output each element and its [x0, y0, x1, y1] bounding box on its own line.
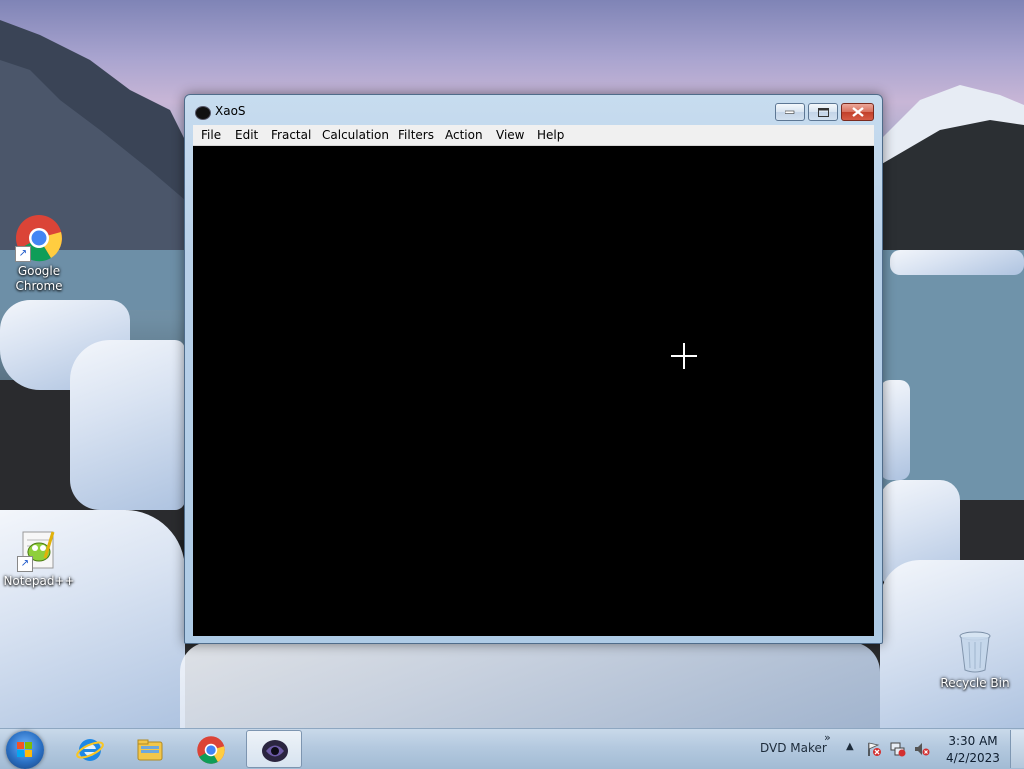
desktop-icon-label: Recycle Bin [940, 676, 1010, 690]
desktop-icon-chrome[interactable]: ↗ Google Chrome [1, 214, 77, 294]
desktop-icon-notepadpp[interactable]: ↗ Notepad++ [1, 528, 77, 589]
fractal-canvas[interactable] [193, 146, 874, 636]
volume-muted-icon[interactable] [914, 741, 930, 757]
start-button[interactable] [6, 731, 44, 769]
menu-file[interactable]: File [201, 128, 221, 142]
clock-date[interactable]: 4/2/2023 [946, 751, 1000, 765]
window-titlebar[interactable]: XaoS [185, 95, 882, 125]
menu-help[interactable]: Help [537, 128, 564, 142]
tray-chevron-icon[interactable]: » [824, 731, 831, 744]
xaos-icon [262, 740, 288, 762]
maximize-button[interactable] [808, 103, 838, 121]
menu-view[interactable]: View [496, 128, 524, 142]
desktop-icon-recycle-bin[interactable]: Recycle Bin [937, 630, 1013, 691]
notepadpp-icon: ↗ [17, 528, 61, 572]
clock-time[interactable]: 3:30 AM [946, 734, 1000, 748]
file-explorer-icon [137, 739, 163, 761]
menu-action[interactable]: Action [445, 128, 483, 142]
desktop-icon-label: Notepad++ [3, 574, 75, 588]
chrome-icon: ↗ [15, 214, 63, 262]
menu-calculation[interactable]: Calculation [322, 128, 389, 142]
menu-filters[interactable]: Filters [398, 128, 434, 142]
recycle-bin-icon [955, 630, 995, 674]
desktop-icon-label: Google Chrome [15, 264, 63, 293]
close-icon [842, 104, 873, 120]
shortcut-arrow-icon: ↗ [17, 556, 33, 572]
xaos-window: XaoS File Edit Fractal Calculation Filte… [184, 94, 883, 644]
tray-toolbar-label[interactable]: DVD Maker [760, 741, 827, 755]
xaos-icon[interactable] [195, 106, 211, 120]
chrome-icon [197, 736, 225, 764]
menu-fractal[interactable]: Fractal [271, 128, 311, 142]
maximize-icon [809, 104, 837, 120]
menu-edit[interactable]: Edit [235, 128, 258, 142]
taskbar: DVD Maker » ▲ 3:30 AM 4/2/2023 [0, 728, 1024, 769]
crosshair-cursor [671, 343, 697, 369]
taskbar-file-explorer[interactable] [122, 730, 178, 768]
shortcut-arrow-icon: ↗ [15, 246, 31, 262]
network-icon[interactable] [890, 741, 906, 757]
taskbar-chrome[interactable] [183, 730, 239, 768]
minimize-button[interactable] [775, 103, 805, 121]
window-title: XaoS [215, 104, 246, 118]
taskbar-xaos[interactable] [246, 730, 302, 768]
taskbar-internet-explorer[interactable] [62, 730, 118, 768]
close-button[interactable] [841, 103, 874, 121]
show-hidden-icons-button[interactable]: ▲ [846, 741, 854, 752]
windows-logo-icon [17, 742, 32, 757]
menu-bar: File Edit Fractal Calculation Filters Ac… [193, 125, 874, 146]
action-center-flag-icon[interactable] [866, 741, 882, 757]
show-desktop-button[interactable] [1010, 730, 1024, 768]
internet-explorer-icon [76, 739, 104, 761]
minimize-icon [776, 104, 804, 120]
